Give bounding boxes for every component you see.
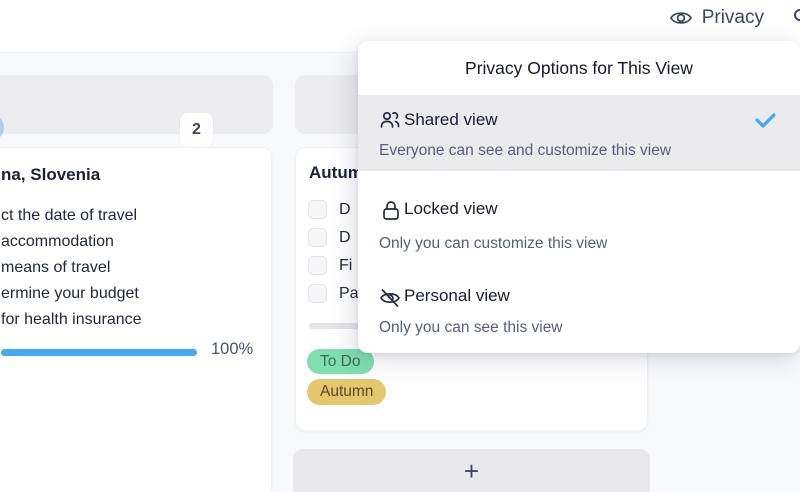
- option-label[interactable]: Shared view: [404, 110, 498, 130]
- privacy-options-menu: Privacy Options for This View Shared vie…: [358, 41, 800, 353]
- progress-percent: 100%: [211, 340, 253, 359]
- privacy-label: Privacy: [702, 7, 764, 29]
- add-card-button[interactable]: +: [293, 449, 650, 492]
- card-title: na, Slovenia: [1, 165, 100, 185]
- check-icon: [754, 111, 777, 129]
- tag-autumn[interactable]: Autumn: [307, 379, 386, 405]
- checklist-line: accommodation: [1, 229, 142, 255]
- checkbox-label: Fi: [339, 257, 352, 275]
- app-window: inter 2 na, Slovenia ct the date of trav…: [0, 0, 800, 492]
- tag-todo[interactable]: To Do: [307, 349, 374, 374]
- checkbox-row[interactable]: D: [308, 228, 351, 247]
- checkbox-row[interactable]: Fi: [308, 256, 352, 275]
- checkbox[interactable]: [308, 256, 327, 275]
- lock-icon[interactable]: [380, 199, 402, 223]
- option-locked-view[interactable]: Locked view: [404, 199, 498, 219]
- checklist-text: ct the date of travel accommodation mean…: [1, 203, 142, 333]
- checkbox-label: Pa: [339, 285, 359, 303]
- privacy-button[interactable]: Privacy: [669, 7, 764, 29]
- checkbox-row[interactable]: Pa: [308, 284, 359, 303]
- checkbox[interactable]: [308, 228, 327, 247]
- checklist-line: for health insurance: [1, 307, 142, 333]
- users-icon: [378, 108, 402, 132]
- progress-bar: [1, 349, 197, 356]
- checklist-line: means of travel: [1, 255, 142, 281]
- column-header-left[interactable]: inter 2: [0, 75, 273, 134]
- card-slovenia[interactable]: na, Slovenia ct the date of travel accom…: [0, 147, 272, 492]
- clipped-toolbar-icon: [794, 9, 800, 21]
- card-count-badge: 2: [180, 113, 213, 147]
- checkbox-row[interactable]: D: [308, 200, 351, 219]
- column-label-pill[interactable]: inter: [0, 114, 4, 141]
- option-personal-view[interactable]: Personal view: [404, 286, 510, 306]
- checklist-line: ct the date of travel: [1, 203, 142, 229]
- menu-title: Privacy Options for This View: [358, 58, 800, 79]
- eye-off-icon[interactable]: [378, 286, 402, 310]
- eye-icon: [669, 7, 693, 29]
- checklist-line: ermine your budget: [1, 281, 142, 307]
- checkbox-label: D: [339, 229, 351, 247]
- option-description: Everyone can see and customize this view: [379, 142, 671, 160]
- checkbox[interactable]: [308, 284, 327, 303]
- option-description: Only you can customize this view: [379, 235, 607, 253]
- checkbox[interactable]: [308, 200, 327, 219]
- checkbox-label: D: [339, 201, 351, 219]
- option-description: Only you can see this view: [379, 319, 563, 337]
